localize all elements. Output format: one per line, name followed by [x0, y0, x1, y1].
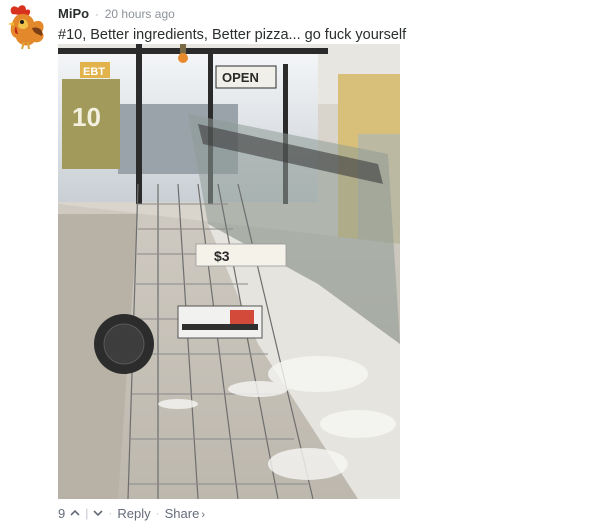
comment-text: #10, Better ingredients, Better pizza...… — [58, 27, 407, 43]
footer-dot: · — [108, 506, 113, 520]
timestamp-link[interactable]: 20 hours ago — [105, 7, 175, 21]
rooster-avatar-icon — [8, 5, 44, 50]
comment-header: MiPo · 20 hours ago — [58, 6, 175, 22]
share-arrow-icon: › — [201, 508, 205, 521]
price-tag-text: $3 — [214, 248, 230, 264]
comment-footer: 9 | · Reply · Share › — [58, 504, 205, 522]
open-sign-text: OPEN — [222, 70, 259, 85]
meta-separator: · — [95, 9, 99, 21]
avatar[interactable] — [2, 2, 48, 50]
downvote-button[interactable] — [93, 509, 103, 517]
upvote-button[interactable] — [70, 509, 80, 517]
username-link[interactable]: MiPo — [58, 6, 89, 21]
poster-text: 10 — [72, 102, 101, 132]
share-label: Share — [164, 505, 200, 521]
vote-divider: | — [85, 506, 89, 520]
chevron-down-icon — [93, 510, 103, 517]
share-button[interactable]: Share › — [165, 506, 205, 521]
reply-button[interactable]: Reply — [117, 506, 150, 521]
store-interior-photo: 10 EBT OPEN $3 — [58, 44, 400, 499]
ebt-sign-text: EBT — [83, 66, 105, 78]
vote-group: 9 — [58, 506, 80, 521]
comment-image[interactable]: 10 EBT OPEN $3 — [58, 44, 400, 499]
upvote-count: 9 — [58, 505, 66, 521]
footer-dot-2: · — [155, 506, 160, 520]
chevron-up-icon — [70, 509, 80, 516]
